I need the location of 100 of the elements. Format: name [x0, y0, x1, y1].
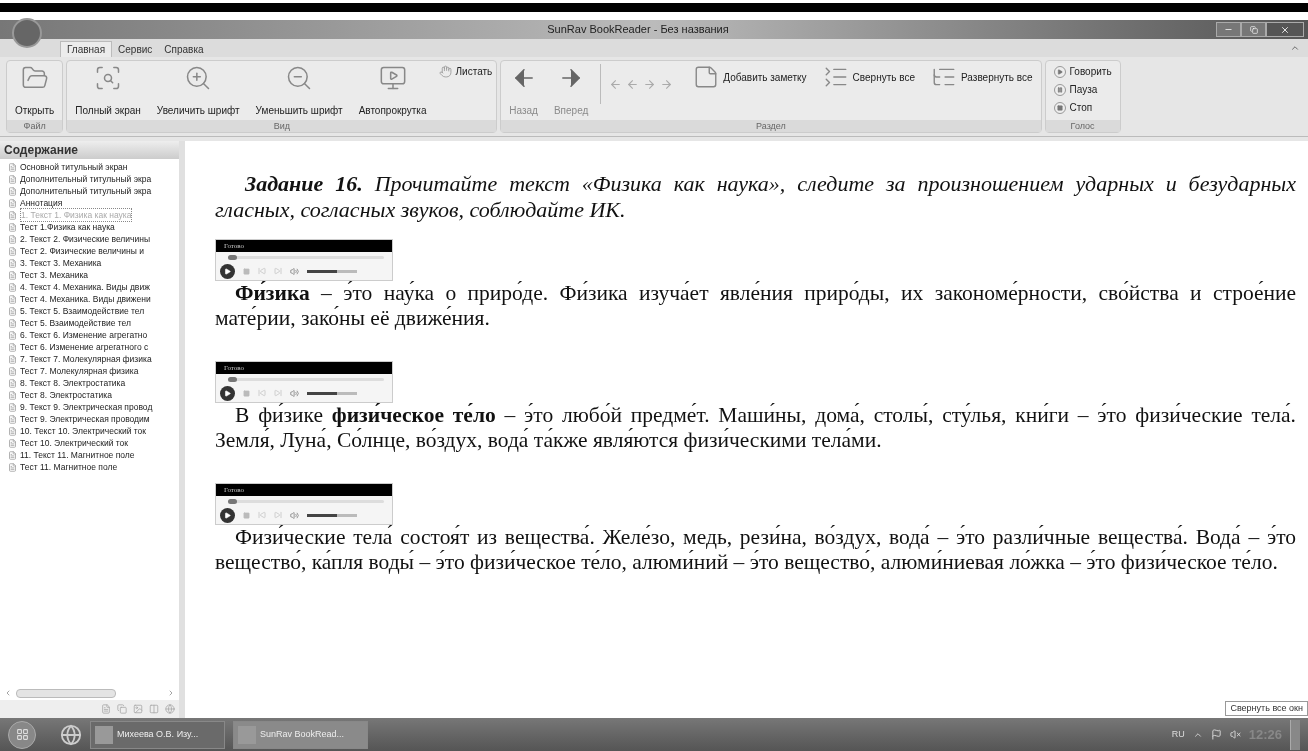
arrow-left-icon[interactable] [609, 77, 623, 91]
volume-fill[interactable] [307, 269, 337, 273]
seek-thumb[interactable] [228, 254, 238, 260]
seek-thumb[interactable] [228, 498, 238, 504]
ribbon-button[interactable]: Открыть [11, 64, 59, 118]
flag-icon[interactable] [1210, 729, 1222, 740]
minimize-ribbon-icon[interactable] [1290, 43, 1300, 53]
ribbon-button[interactable]: Листать [438, 64, 493, 79]
tree-item[interactable]: 9. Текст 9. Электрическая провод [8, 401, 179, 413]
volume-fill[interactable] [307, 513, 337, 517]
restore-icon [1249, 25, 1258, 34]
volume-track[interactable] [307, 269, 357, 273]
previous-icon[interactable] [258, 389, 266, 397]
tree-item[interactable]: 8. Текст 8. Электростатика [8, 377, 179, 389]
ribbon-tab[interactable]: Сервис [112, 41, 159, 57]
play-icon [224, 511, 231, 519]
tree-item[interactable]: Тест 6. Изменение агрегатного с [8, 341, 179, 353]
previous-icon[interactable] [258, 267, 266, 275]
page-icon [8, 366, 17, 376]
tree-item[interactable]: 11. Текст 11. Магнитное поле [8, 449, 179, 461]
volume-icon[interactable] [290, 388, 299, 398]
page-icon [8, 270, 17, 280]
volume-fill[interactable] [307, 391, 337, 395]
show-desktop-button[interactable] [1290, 719, 1300, 750]
tree-item[interactable]: Тест 9. Электрическая проводим [8, 413, 179, 425]
tree-item[interactable]: 3. Текст 3. Механика [8, 257, 179, 269]
image-icon[interactable] [133, 704, 143, 714]
tree-item[interactable]: Тест 5. Взаимодействие тел [8, 317, 179, 329]
tree-item[interactable]: Тест 1.Физика как наука [8, 221, 179, 233]
tree-item[interactable]: Тест 7. Молекулярная физика [8, 365, 179, 377]
stop-icon[interactable] [243, 267, 250, 275]
next-icon[interactable] [274, 267, 282, 275]
seek-thumb[interactable] [228, 376, 238, 382]
page-icon [8, 162, 17, 172]
tree-item[interactable]: 7. Текст 7. Молекулярная физика [8, 353, 179, 365]
hand-icon [438, 65, 452, 78]
page-icon [8, 378, 17, 388]
ribbon-button[interactable]: Полный экран [71, 64, 145, 118]
browser-icon[interactable] [60, 723, 82, 746]
page-icon [8, 450, 17, 460]
play-button[interactable] [220, 385, 235, 401]
page-icon[interactable] [101, 704, 111, 714]
tree-item[interactable]: Дополнительный титульный экра [8, 185, 179, 197]
page-icon [8, 282, 17, 292]
ribbon-button[interactable]: Уменьшить шрифт [251, 64, 347, 118]
tree-item[interactable]: Аннотация [8, 197, 179, 209]
volume-track[interactable] [307, 513, 357, 517]
tree-item[interactable]: Дополнительный титульный экра [8, 173, 179, 185]
voice-button[interactable]: Говорить [1053, 64, 1112, 79]
mute-icon[interactable] [1229, 729, 1241, 740]
group-label: Голос [1045, 120, 1120, 132]
voice-button[interactable]: Пауза [1053, 82, 1112, 97]
taskbar-button[interactable]: Михеева О.В. Изу... [90, 720, 225, 749]
play-button[interactable] [220, 263, 235, 279]
start-button[interactable] [8, 720, 36, 749]
columns-icon[interactable] [149, 704, 159, 714]
ribbon-button[interactable]: Увеличить шрифт [152, 64, 244, 118]
ribbon-button[interactable]: Добавить заметку [689, 64, 811, 90]
app-menu-button[interactable] [12, 18, 42, 48]
volume-icon[interactable] [290, 266, 299, 276]
tree-item[interactable]: Основной титульный экран [8, 161, 179, 173]
page-icon [8, 354, 17, 364]
tree-item[interactable]: Тест 4. Механика. Виды движени [8, 293, 179, 305]
voice-button[interactable]: Стоп [1053, 100, 1112, 115]
minimize-button[interactable] [1216, 22, 1241, 37]
tree-item[interactable]: 2. Текст 2. Физические величины [8, 233, 179, 245]
tree-item[interactable]: 4. Текст 4. Механика. Виды движ [8, 281, 179, 293]
volume-track[interactable] [307, 391, 357, 395]
next-icon[interactable] [274, 389, 282, 397]
copy-icon[interactable] [117, 704, 127, 714]
arrow-left-icon[interactable] [626, 77, 640, 91]
arrow-right-icon[interactable] [660, 77, 674, 91]
tree-item[interactable]: Тест 3. Механика [8, 269, 179, 281]
tree-item[interactable]: Тест 10. Электрический ток [8, 437, 179, 449]
tree-item[interactable]: 6. Текст 6. Изменение агрегатно [8, 329, 179, 341]
tree-item[interactable]: 5. Текст 5. Взаимодействие тел [8, 305, 179, 317]
maximize-button[interactable] [1241, 22, 1266, 37]
ribbon-button[interactable]: Развернуть все [927, 64, 1037, 90]
scroll-right-icon[interactable] [167, 689, 175, 697]
tree-item[interactable]: 10. Текст 10. Электрический ток [8, 425, 179, 437]
scroll-left-icon[interactable] [4, 689, 12, 697]
ribbon-tab[interactable]: Справка [158, 41, 210, 57]
arrow-right-icon[interactable] [643, 77, 657, 91]
tree-item[interactable]: Тест 8. Электростатика [8, 389, 179, 401]
page-icon [8, 330, 17, 340]
tree-item[interactable]: Тест 2. Физические величины и [8, 245, 179, 257]
close-button[interactable] [1266, 22, 1304, 37]
next-icon[interactable] [274, 511, 282, 519]
scrollbar-thumb[interactable] [16, 688, 116, 698]
volume-icon[interactable] [290, 510, 299, 520]
language-indicator[interactable]: RU [1171, 727, 1185, 742]
tree-item[interactable]: Тест 11. Магнитное поле [8, 461, 179, 473]
previous-icon[interactable] [258, 511, 266, 519]
ribbon-tab[interactable]: Главная [60, 41, 113, 57]
ribbon-button[interactable]: Свернуть все [818, 64, 919, 90]
globe-icon[interactable] [165, 704, 175, 714]
stop-icon[interactable] [243, 511, 250, 519]
ribbon-button[interactable]: Автопрокрутка [354, 64, 431, 118]
stop-icon[interactable] [243, 389, 250, 397]
play-button[interactable] [220, 507, 235, 523]
